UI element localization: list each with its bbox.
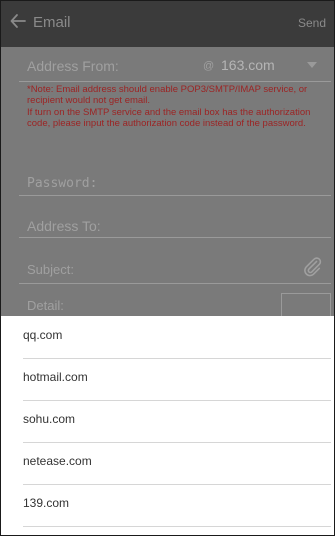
triangle-down-icon[interactable] [307,62,317,68]
detail-placeholder: Detail: [27,298,64,313]
domain-option[interactable]: hotmail.com [23,358,331,401]
screen: Email Send Address From: @ 163.com *Note… [0,0,335,536]
paperclip-icon[interactable] [301,255,323,277]
domain-select[interactable]: 163.com [221,57,275,73]
page-title: Email [33,14,71,31]
note-authorization: If turn on the SMTP service and the emai… [27,107,311,129]
password-field[interactable]: Password: [19,161,331,196]
subject-field[interactable]: Subject: [19,245,331,284]
arrow-left-icon[interactable] [9,12,27,30]
domain-option[interactable]: qq.com [23,316,331,359]
subject-placeholder: Subject: [27,262,74,277]
domain-option-label: 139.com [23,496,70,510]
domain-option-label: hotmail.com [23,370,88,384]
domain-option-label: qq.com [23,328,63,342]
address-to-placeholder: Address To: [27,218,101,234]
password-placeholder: Password: [27,176,98,191]
domain-option[interactable]: sohu.com [23,400,331,443]
address-from-label: Address From: [27,58,119,74]
address-from-row: Address From: @ 163.com [19,47,331,82]
domain-options-sheet: qq.com hotmail.com sohu.com netease.com … [1,316,334,535]
domain-option-label: sohu.com [23,412,76,426]
at-symbol: @ [203,60,215,72]
email-form: Address From: @ 163.com *Note: Email add… [1,47,334,317]
address-to-field[interactable]: Address To: [19,203,331,238]
detail-box-edge [281,293,331,317]
send-button[interactable]: Send [298,16,326,30]
domain-option[interactable]: 139.com [23,484,331,527]
domain-option[interactable]: netease.com [23,442,331,485]
note-pop3: *Note: Email address should enable POP3/… [27,84,308,106]
domain-option-label: netease.com [23,454,92,468]
app-bar: Email Send [1,1,334,47]
